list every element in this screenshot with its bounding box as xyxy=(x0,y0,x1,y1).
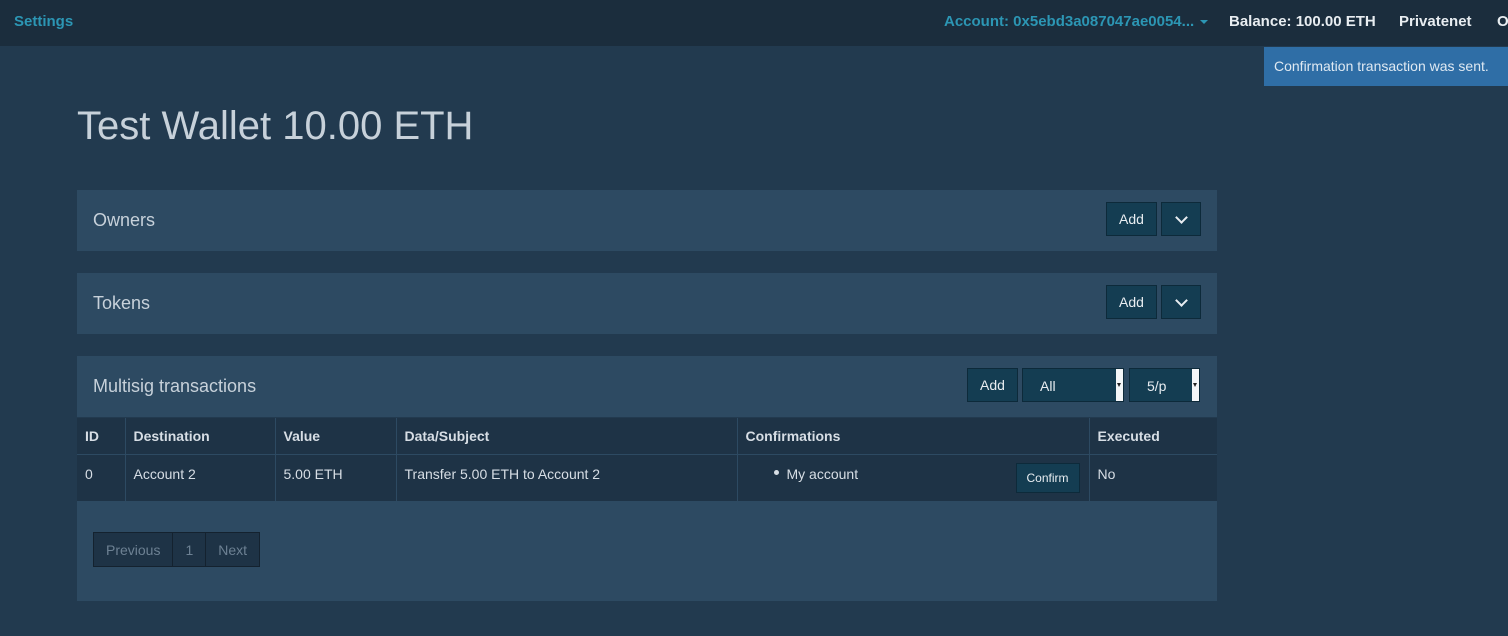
owners-panel-header[interactable]: Owners Add xyxy=(77,190,1217,252)
column-header[interactable]: Value xyxy=(275,418,397,455)
tokens-panel: Tokens Add xyxy=(77,273,1217,335)
table-row: 0 Account 2 5.00 ETH Transfer 5.00 ETH t… xyxy=(77,454,1217,501)
cell-confirmations: My account Confirm xyxy=(737,454,1090,501)
page-title: Test Wallet 10.00 ETH xyxy=(77,104,474,148)
account-dropdown[interactable]: Account: 0x5ebd3a087047ae0054... xyxy=(944,13,1209,30)
bullet-icon xyxy=(773,470,779,476)
account-label: Account: 0x5ebd3a087047ae0054... xyxy=(944,13,1195,30)
top-navbar: Settings Account: 0x5ebd3a087047ae0054..… xyxy=(0,0,1508,46)
network-indicator[interactable]: Privatenet xyxy=(1399,13,1472,30)
confirm-button[interactable]: Confirm xyxy=(1015,462,1080,493)
multisig-panel: Multisig transactions Add All 5/p ID Des… xyxy=(77,356,1217,601)
cell-destination: Account 2 xyxy=(125,454,276,501)
expand-owners-button[interactable] xyxy=(1161,202,1201,236)
select-arrow-icon xyxy=(1192,369,1199,401)
pagination: Previous 1 Next xyxy=(93,532,261,567)
multisig-title: Multisig transactions xyxy=(93,376,257,396)
multisig-panel-header: Multisig transactions Add All 5/p xyxy=(77,356,1217,418)
tokens-panel-header[interactable]: Tokens Add xyxy=(77,273,1217,335)
owners-title: Owners xyxy=(93,210,156,230)
cell-subject: Transfer 5.00 ETH to Account 2 xyxy=(396,454,738,501)
pagination-page[interactable]: 1 xyxy=(173,533,207,566)
select-arrow-icon xyxy=(1116,369,1123,401)
settings-link[interactable]: Settings xyxy=(14,13,73,30)
cell-value: 5.00 ETH xyxy=(275,454,397,501)
column-header[interactable]: Executed xyxy=(1089,418,1217,455)
column-header[interactable]: ID xyxy=(77,418,126,455)
confirmation-owner: My account xyxy=(786,465,859,482)
caret-down-icon xyxy=(1200,20,1209,25)
filter-value: All xyxy=(1040,378,1056,394)
transactions-table: ID Destination Value Data/Subject Confir… xyxy=(77,418,1217,501)
column-header[interactable]: Data/Subject xyxy=(396,418,738,455)
balance-display: Balance: 100.00 ETH xyxy=(1229,13,1376,30)
per-page-select[interactable]: 5/p xyxy=(1129,368,1200,402)
add-owner-button[interactable]: Add xyxy=(1106,202,1157,236)
pagination-previous[interactable]: Previous xyxy=(94,533,174,566)
filter-select[interactable]: All xyxy=(1022,368,1124,402)
column-header[interactable]: Destination xyxy=(125,418,276,455)
table-header-row: ID Destination Value Data/Subject Confir… xyxy=(77,418,1217,455)
owners-panel: Owners Add xyxy=(77,190,1217,252)
cell-executed: No xyxy=(1089,454,1217,501)
tokens-title: Tokens xyxy=(93,293,151,313)
notification-toast[interactable]: Confirmation transaction was sent. xyxy=(1264,47,1508,86)
add-transaction-button[interactable]: Add xyxy=(967,368,1018,402)
chevron-down-icon xyxy=(1174,293,1188,307)
add-token-button[interactable]: Add xyxy=(1106,285,1157,319)
chevron-down-icon xyxy=(1174,210,1188,224)
per-page-value: 5/p xyxy=(1147,378,1167,394)
cell-id: 0 xyxy=(77,454,126,501)
nav-item-truncated[interactable]: O xyxy=(1497,13,1508,30)
column-header[interactable]: Confirmations xyxy=(737,418,1090,455)
pagination-next[interactable]: Next xyxy=(206,533,260,566)
expand-tokens-button[interactable] xyxy=(1161,285,1201,319)
